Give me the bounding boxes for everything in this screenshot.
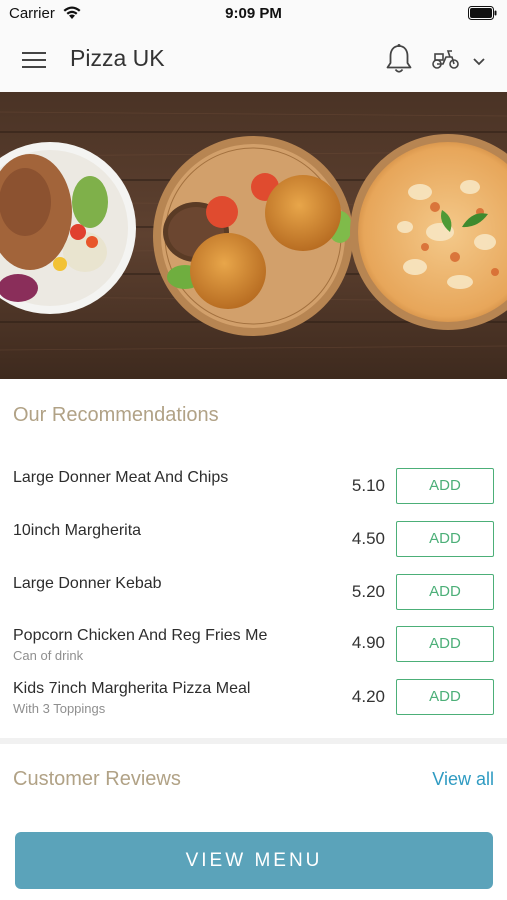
item-subtitle: Can of drink: [13, 648, 84, 663]
item-name: Popcorn Chicken And Reg Fries Me: [13, 627, 268, 644]
bell-icon[interactable]: [385, 43, 413, 80]
scooter-icon[interactable]: [431, 48, 461, 75]
menu-icon[interactable]: [22, 49, 48, 71]
item-name: 10inch Margherita: [13, 522, 142, 539]
item-price: 4.20: [351, 687, 385, 706]
add-button[interactable]: ADD: [396, 679, 494, 715]
item-name: Large Donner Kebab: [13, 575, 162, 592]
item-name: Kids 7inch Margherita Pizza Meal: [13, 680, 251, 697]
add-button[interactable]: ADD: [396, 574, 494, 610]
item-name: Large Donner Meat And Chips: [13, 469, 229, 486]
item-subtitle: With 3 Toppings: [13, 701, 106, 716]
add-button[interactable]: ADD: [396, 626, 494, 662]
hero-food-image: [0, 92, 507, 379]
section-divider: [0, 738, 507, 744]
item-price: 5.20: [351, 582, 385, 601]
item-price: 4.50: [351, 529, 385, 548]
battery-icon: [468, 6, 498, 25]
status-bar: Carrier 9:09 PM: [0, 0, 507, 28]
item-price: 4.90: [351, 633, 385, 652]
app-header: Pizza UK: [0, 28, 507, 92]
add-button[interactable]: ADD: [396, 468, 494, 504]
view-menu-button[interactable]: VIEW MENU: [15, 832, 493, 889]
view-all-link[interactable]: View all: [432, 769, 494, 790]
clock: 9:09 PM: [225, 5, 282, 22]
reviews-title: Customer Reviews: [13, 768, 181, 790]
recommendations-title: Our Recommendations: [13, 404, 219, 426]
app-title: Pizza UK: [70, 45, 165, 71]
add-button[interactable]: ADD: [396, 521, 494, 557]
chevron-down-icon[interactable]: [472, 54, 486, 72]
item-price: 5.10: [351, 476, 385, 495]
